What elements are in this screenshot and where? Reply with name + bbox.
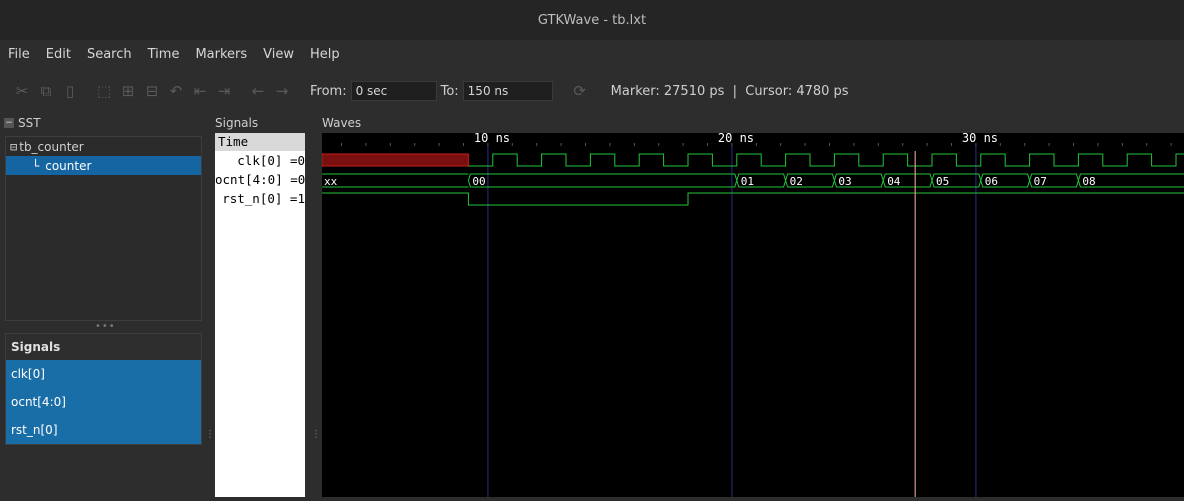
menu-view[interactable]: View — [255, 47, 302, 62]
menu-file[interactable]: File — [0, 47, 38, 62]
sst-signal-list[interactable]: Signals clk[0] ocnt[4:0] rst_n[0] — [5, 333, 202, 445]
reload-icon[interactable]: ⟳ — [571, 82, 589, 100]
to-label: To: — [440, 83, 459, 99]
ocnt-value-label: 07 — [1034, 175, 1047, 188]
ocnt-value-label: 04 — [887, 175, 901, 188]
ocnt-value-label: 01 — [741, 175, 754, 188]
tree-item-tb-counter[interactable]: ⊟ tb_counter — [6, 137, 201, 156]
signals-header: Signals — [215, 116, 259, 130]
tree-item-label: tb_counter — [19, 139, 84, 154]
pane-resize-handle[interactable]: ⋮ — [205, 430, 215, 440]
next-edge-icon[interactable]: → — [273, 82, 291, 100]
ocnt-value-label: 03 — [838, 175, 851, 188]
toolbar: ✂ ⧉ ▯ ⬚ ⊞ ⊟ ↶ ⇤ ⇥ ← → From: To: ⟳ Marker… — [0, 68, 1184, 114]
zoom-in-icon[interactable]: ⊞ — [119, 82, 137, 100]
waveform-canvas[interactable]: 10 ns 20 ns 30 ns xx 00 01 02 03 04 05 06 07 08 — [321, 131, 1184, 497]
tree-branch-icon: └ — [32, 158, 40, 173]
pane-resize-handle[interactable]: ⋮ — [311, 430, 321, 440]
tree-item-label: counter — [45, 158, 92, 173]
signal-row-rst-n[interactable]: rst_n[0] =1 — [215, 189, 305, 208]
tree-item-counter[interactable]: └ counter — [6, 156, 201, 175]
sst-header[interactable]: − SST — [0, 114, 210, 132]
time-tick-label: 10 ns — [474, 133, 510, 145]
to-input[interactable] — [462, 81, 553, 101]
ocnt-value-label: 06 — [985, 175, 998, 188]
pane-splitter[interactable]: ••• — [95, 321, 116, 332]
from-label: From: — [310, 83, 347, 99]
clk-unknown-region — [321, 153, 469, 167]
menu-bar: File Edit Search Time Markers View Help — [0, 40, 1184, 68]
rst-n-waveform — [322, 192, 1184, 206]
sst-signal-item[interactable]: rst_n[0] — [6, 416, 201, 444]
zoom-out-icon[interactable]: ⊟ — [143, 82, 161, 100]
cut-icon[interactable]: ✂ — [13, 82, 31, 100]
waves-header: Waves — [322, 116, 362, 130]
copy-icon[interactable]: ⧉ — [37, 82, 55, 100]
ocnt-value-label: 00 — [472, 175, 485, 188]
paste-icon[interactable]: ▯ — [61, 82, 79, 100]
signal-row-clk[interactable]: clk[0] =0 — [215, 151, 305, 170]
zoom-right-icon[interactable]: ⇥ — [215, 82, 233, 100]
time-tick-label: 30 ns — [962, 133, 998, 145]
signal-time-label: Time — [215, 133, 305, 151]
zoom-fit-icon[interactable]: ⬚ — [95, 82, 113, 100]
window-titlebar: GTKWave - tb.lxt — [0, 0, 1184, 40]
collapse-icon[interactable]: − — [4, 118, 14, 128]
ocnt-value-label: 08 — [1082, 175, 1095, 188]
menu-edit[interactable]: Edit — [38, 47, 79, 62]
menu-search[interactable]: Search — [79, 47, 140, 62]
clk-waveform — [468, 153, 1184, 167]
menu-markers[interactable]: Markers — [187, 47, 255, 62]
prev-edge-icon[interactable]: ← — [249, 82, 267, 100]
window-title: GTKWave - tb.lxt — [537, 12, 647, 28]
menu-help[interactable]: Help — [302, 47, 348, 62]
ocnt-bus-segment — [467, 173, 738, 188]
marker-cursor-readout: Marker: 27510 ps | Cursor: 4780 ps — [610, 83, 849, 99]
zoom-left-icon[interactable]: ⇤ — [191, 82, 209, 100]
tree-expander-icon[interactable]: ⊟ — [10, 140, 17, 154]
signals-pane[interactable]: Time clk[0] =0 ocnt[4:0] =0 rst_n[0] =1 — [215, 133, 305, 497]
sst-signals-title: Signals — [6, 334, 201, 360]
menu-time[interactable]: Time — [140, 47, 188, 62]
time-tick-label: 20 ns — [718, 133, 754, 145]
sst-signal-item[interactable]: ocnt[4:0] — [6, 388, 201, 416]
sst-title: SST — [18, 116, 41, 130]
signal-row-ocnt[interactable]: ocnt[4:0] =0 — [215, 170, 305, 189]
undo-icon[interactable]: ↶ — [167, 82, 185, 100]
sst-signal-item[interactable]: clk[0] — [6, 360, 201, 388]
ocnt-value-label: 02 — [790, 175, 803, 188]
ocnt-unknown-label: xx — [324, 175, 338, 188]
from-input[interactable] — [350, 81, 437, 101]
sst-tree[interactable]: ⊟ tb_counter └ counter — [5, 136, 202, 321]
waves-pane[interactable]: 10 ns 20 ns 30 ns xx 00 01 02 03 04 05 06 07 08 — [321, 131, 1184, 497]
ocnt-value-label: 05 — [936, 175, 949, 188]
